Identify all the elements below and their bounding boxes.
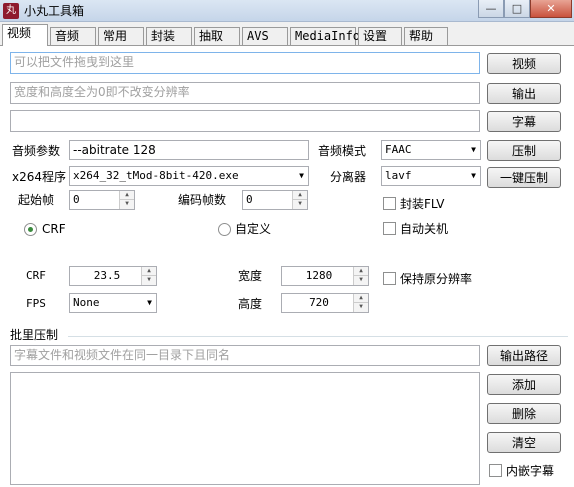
width-value: 1280 [305,269,333,282]
tab-avs[interactable]: AVS [242,27,288,45]
close-button[interactable]: ✕ [530,0,572,18]
fps-value: None [73,296,100,309]
chevron-down-icon: ▼ [299,171,304,180]
crf-value: 23.5 [93,269,121,282]
subtitle-file-input[interactable] [10,110,480,132]
width-label: 宽度 [238,269,263,283]
encode-frames-label: 编码帧数 [178,193,227,207]
spin-buttons[interactable]: ▲ ▼ [292,191,307,209]
batch-hint-input[interactable]: 字幕文件和视频文件在同一目录下且同名 [10,345,480,366]
custom-radio[interactable] [218,223,231,236]
spin-up-icon[interactable]: ▲ [293,191,307,200]
embed-subtitle-checkbox[interactable] [489,464,502,477]
batch-group-label: 批里压制 [10,328,59,342]
maximize-button[interactable]: □ [504,0,530,18]
output-button[interactable]: 输出 [487,83,561,104]
x264-select[interactable]: x264_32_tMod-8bit-420.exe ▼ [69,166,309,186]
tab-extract[interactable]: 抽取 [194,27,240,45]
spin-down-icon[interactable]: ▼ [354,303,368,312]
output-path-button[interactable]: 输出路径 [487,345,561,366]
splitter-value: lavf [385,169,412,182]
tab-audio[interactable]: 音频 [50,27,96,45]
start-frame-stepper[interactable]: 0 ▲ ▼ [69,190,135,210]
shutdown-checkbox[interactable] [383,222,396,235]
crf-label: CRF [26,269,46,282]
start-frame-value: 0 [73,193,80,206]
tab-common[interactable]: 常用 [98,27,144,45]
splitter-select[interactable]: lavf ▼ [381,166,481,186]
fps-select[interactable]: None ▼ [69,293,157,313]
encode-frames-value: 0 [246,193,253,206]
group-divider [68,336,568,337]
shutdown-label: 自动关机 [400,222,449,236]
chevron-down-icon: ▼ [471,145,476,154]
tab-help[interactable]: 帮助 [404,27,448,45]
spin-up-icon[interactable]: ▲ [354,267,368,276]
audio-params-input[interactable]: --abitrate 128 [69,140,309,160]
embed-subtitle-label: 内嵌字幕 [506,464,555,478]
output-file-input[interactable]: 宽度和高度全为0即不改变分辨率 [10,82,480,104]
tab-mediainfo[interactable]: MediaInfo [290,27,360,45]
flv-checkbox[interactable] [383,197,396,210]
audio-mode-value: FAAC [385,143,412,156]
tab-settings[interactable]: 设置 [358,27,402,45]
crf-radio[interactable] [24,223,37,236]
close-icon: ✕ [546,2,556,15]
audio-params-label: 音频参数 [12,144,61,158]
custom-radio-label: 自定义 [235,222,272,236]
crf-stepper[interactable]: 23.5 ▲ ▼ [69,266,157,286]
spin-buttons[interactable]: ▲ ▼ [353,294,368,312]
batch-file-list[interactable] [10,372,480,485]
chevron-down-icon: ▼ [147,298,152,307]
tab-video[interactable]: 视频 [2,24,48,46]
width-stepper[interactable]: 1280 ▲ ▼ [281,266,369,286]
spin-buttons[interactable]: ▲ ▼ [119,191,134,209]
splitter-label: 分离器 [330,170,367,184]
fps-label: FPS [26,297,46,310]
spin-up-icon[interactable]: ▲ [142,267,156,276]
tab-mux[interactable]: 封装 [146,27,192,45]
spin-buttons[interactable]: ▲ ▼ [353,267,368,285]
clear-button[interactable]: 清空 [487,432,561,453]
spin-down-icon[interactable]: ▼ [142,276,156,285]
one-click-encode-button[interactable]: 一键压制 [487,167,561,188]
minimize-button[interactable]: — [478,0,504,18]
x264-label: x264程序 [12,170,67,184]
video-file-input[interactable]: 可以把文件拖曳到这里 [10,52,480,74]
spin-up-icon[interactable]: ▲ [354,294,368,303]
keep-resolution-label: 保持原分辨率 [400,272,473,286]
crf-radio-label: CRF [42,222,66,236]
keep-resolution-checkbox[interactable] [383,272,396,285]
spin-down-icon[interactable]: ▼ [293,200,307,209]
spin-up-icon[interactable]: ▲ [120,191,134,200]
encode-frames-stepper[interactable]: 0 ▲ ▼ [242,190,308,210]
spin-down-icon[interactable]: ▼ [120,200,134,209]
audio-mode-label: 音频模式 [318,144,367,158]
start-frame-label: 起始帧 [18,193,55,207]
x264-value: x264_32_tMod-8bit-420.exe [73,169,239,182]
subtitle-button[interactable]: 字幕 [487,111,561,132]
app-icon: 丸 [3,3,19,19]
chevron-down-icon: ▼ [471,171,476,180]
delete-button[interactable]: 删除 [487,403,561,424]
encode-button[interactable]: 压制 [487,140,561,161]
spin-buttons[interactable]: ▲ ▼ [141,267,156,285]
spin-down-icon[interactable]: ▼ [354,276,368,285]
add-button[interactable]: 添加 [487,374,561,395]
maximize-icon: □ [511,2,523,15]
height-label: 高度 [238,297,263,311]
minimize-icon: — [485,2,497,15]
height-value: 720 [309,296,329,309]
audio-mode-select[interactable]: FAAC ▼ [381,140,481,160]
flv-label: 封装FLV [400,197,445,211]
height-stepper[interactable]: 720 ▲ ▼ [281,293,369,313]
video-button[interactable]: 视频 [487,53,561,74]
window-title: 小丸工具箱 [24,4,85,18]
